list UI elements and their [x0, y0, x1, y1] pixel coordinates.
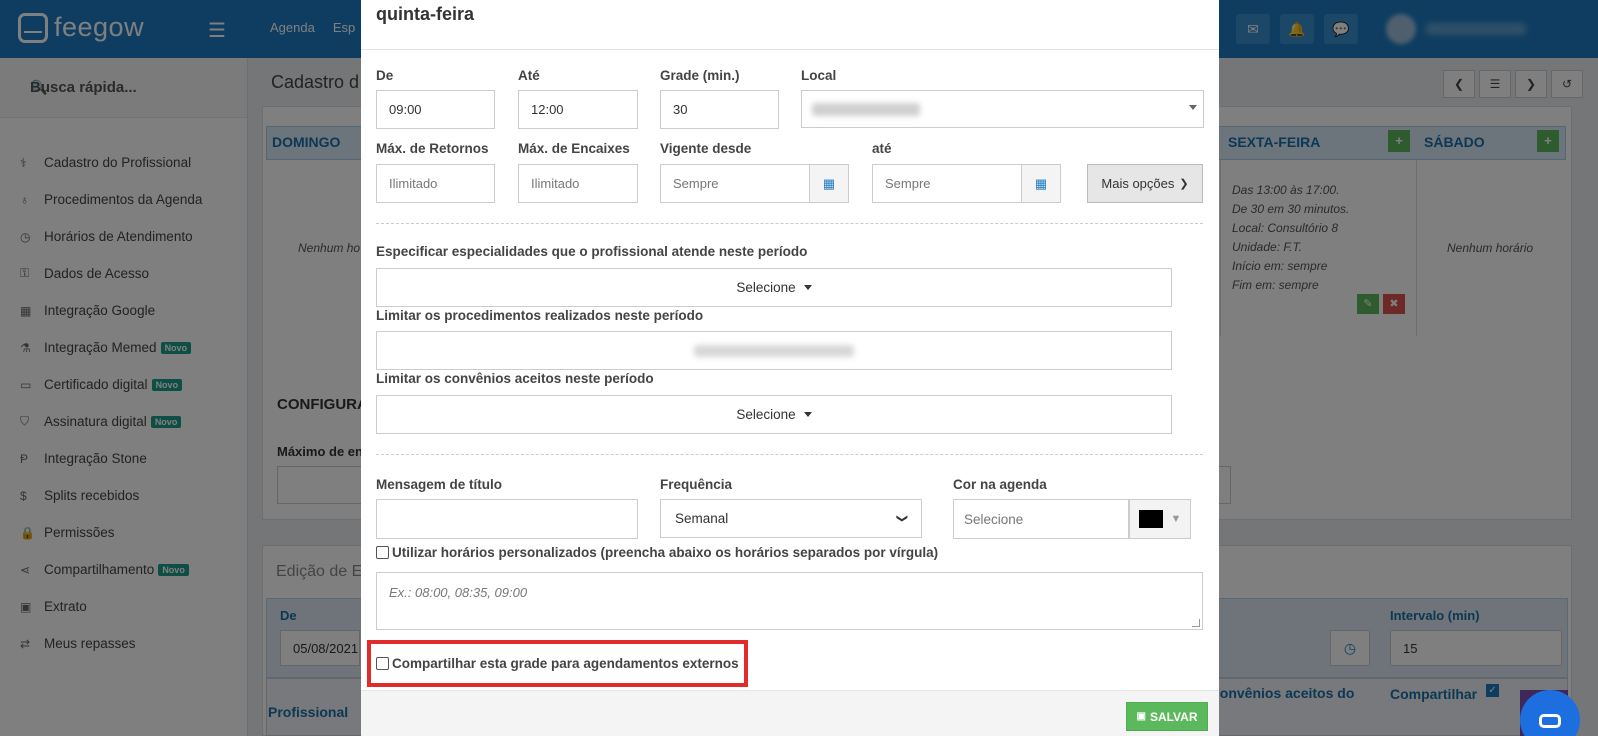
vigente-desde-input[interactable]: Sempre — [660, 164, 811, 203]
vigente-ate-input[interactable]: Sempre — [872, 164, 1023, 203]
grade-input[interactable]: 30 — [660, 90, 779, 129]
convenios-label: Limitar os convênios aceitos neste perío… — [376, 371, 654, 386]
section-divider — [376, 223, 1203, 224]
save-icon: ▣ — [1136, 711, 1146, 722]
save-button[interactable]: ▣ SALVAR — [1126, 702, 1208, 731]
max-encaixes-input[interactable]: Ilimitado — [518, 164, 638, 203]
personalizados-row: Utilizar horários personalizados (preenc… — [376, 545, 938, 560]
local-value-blurred — [812, 103, 920, 116]
chat-bubble-icon — [1539, 714, 1561, 728]
frequencia-select[interactable]: Semanal ❯ — [660, 499, 922, 538]
modal-title: quinta-feira — [376, 4, 475, 24]
caret-down-icon — [803, 412, 812, 417]
section-divider — [376, 454, 1203, 455]
caret-down-icon — [803, 285, 812, 290]
max-encaixes-label: Máx. de Encaixes — [518, 141, 630, 156]
color-picker[interactable]: ▼ — [1129, 499, 1191, 539]
convenios-dropdown[interactable]: Selecione — [376, 395, 1172, 434]
personalizados-textarea[interactable]: Ex.: 08:00, 08:35, 09:00 — [376, 572, 1203, 630]
ate-label: Até — [518, 68, 540, 83]
calendar-icon[interactable]: ▦ — [809, 164, 849, 203]
personalizados-checkbox[interactable] — [376, 546, 389, 559]
vigente-ate-label: até — [872, 141, 892, 156]
max-retornos-input[interactable]: Ilimitado — [376, 164, 495, 203]
ate-input[interactable]: 12:00 — [518, 90, 638, 129]
modal-header-divider — [361, 49, 1219, 50]
schedule-modal: quinta-feira De 09:00 Até 12:00 Grade (m… — [361, 0, 1219, 736]
caret-down-icon: ▼ — [1170, 513, 1182, 525]
chevron-down-icon: ❯ — [895, 513, 908, 524]
modal-footer — [361, 691, 1219, 736]
resize-handle[interactable] — [1192, 619, 1200, 627]
procedimentos-dropdown[interactable] — [376, 331, 1172, 370]
mais-opcoes-button[interactable]: Mais opções ❯ — [1087, 164, 1203, 203]
especialidades-dropdown[interactable]: Selecione — [376, 268, 1172, 307]
local-select[interactable] — [801, 90, 1204, 128]
frequencia-label: Frequência — [660, 477, 733, 492]
local-label: Local — [801, 68, 837, 83]
calendar-icon[interactable]: ▦ — [1021, 164, 1061, 203]
color-swatch — [1138, 510, 1163, 528]
procedimentos-label: Limitar os procedimentos realizados nest… — [376, 308, 704, 323]
cor-label: Cor na agenda — [953, 477, 1047, 492]
procedimentos-value-blurred — [694, 344, 854, 357]
compartilhar-externo-checkbox[interactable] — [376, 657, 389, 670]
mensagem-label: Mensagem de título — [376, 477, 503, 492]
compartilhar-row: Compartilhar esta grade para agendamento… — [376, 656, 739, 671]
de-input[interactable]: 09:00 — [376, 90, 495, 129]
especialidades-label: Especificar especialidades que o profiss… — [376, 244, 808, 259]
vigente-desde-label: Vigente desde — [660, 141, 752, 156]
cor-input[interactable]: Selecione — [953, 499, 1129, 539]
de-label: De — [376, 68, 394, 83]
mensagem-input[interactable] — [376, 499, 638, 539]
chevron-down-icon: ❯ — [1179, 178, 1189, 190]
max-retornos-label: Máx. de Retornos — [376, 141, 489, 156]
grade-label: Grade (min.) — [660, 68, 740, 83]
caret-down-icon — [1189, 105, 1197, 110]
